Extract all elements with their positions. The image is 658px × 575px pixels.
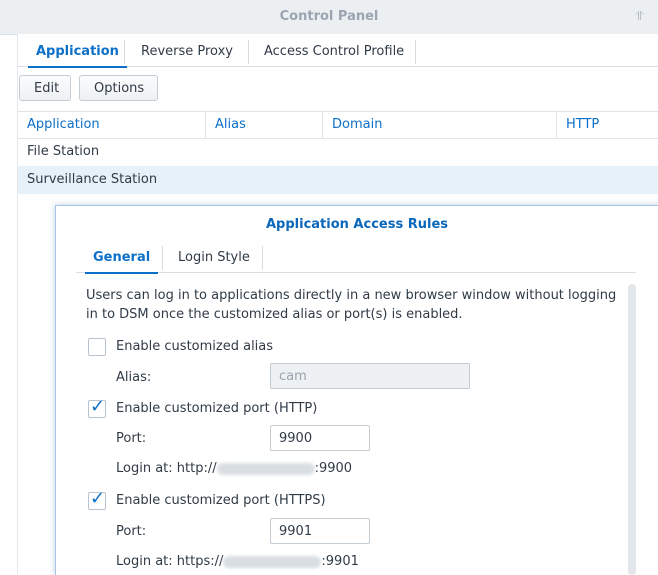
https-login-url: Login at: https:// :9901 (116, 554, 359, 569)
enable-https-port-label: Enable customized port (HTTPS) (116, 493, 326, 508)
window-titlebar: Control Panel ⥣ (0, 0, 658, 35)
tab-divider (415, 40, 416, 64)
https-login-prefix: Login at: https:// (116, 554, 224, 569)
table-row[interactable]: Surveillance Station (18, 166, 658, 194)
tab-reverse-proxy[interactable]: Reverse Proxy (125, 40, 249, 64)
column-header-domain[interactable]: Domain (323, 112, 557, 138)
redacted-host (223, 555, 322, 568)
dialog-tabs: General Login Style (76, 240, 636, 274)
column-header-application[interactable]: Application (18, 112, 206, 138)
edit-button[interactable]: Edit (19, 75, 71, 101)
dialog-description: Users can log in to applications directl… (86, 288, 617, 322)
tab-access-control-profile[interactable]: Access Control Profile (248, 40, 420, 64)
http-login-suffix: :9900 (314, 461, 353, 476)
redacted-host (216, 462, 315, 475)
enable-https-port-checkbox[interactable]: ✓ (88, 488, 106, 510)
application-access-rules-dialog: Application Access Rules General Login S… (55, 205, 658, 575)
tab-divider (262, 246, 263, 270)
column-header-http[interactable]: HTTP (557, 112, 658, 138)
tab-application[interactable]: Application (20, 40, 135, 68)
dialog-scrollbar[interactable] (628, 284, 636, 575)
http-login-prefix: Login at: http:// (116, 461, 217, 476)
window-title: Control Panel (279, 9, 379, 24)
tab-login-style[interactable]: Login Style (162, 246, 266, 270)
http-login-url: Login at: http:// :9900 (116, 461, 352, 476)
checkmark-icon: ✓ (90, 396, 106, 417)
checkmark-icon: ✓ (90, 488, 106, 509)
column-header-alias[interactable]: Alias (206, 112, 323, 138)
http-port-field-label: Port: (116, 431, 147, 446)
http-port-input[interactable]: 9900 (270, 425, 370, 451)
https-port-field-label: Port: (116, 524, 147, 539)
pin-icon[interactable]: ⥣ (635, 9, 644, 24)
https-port-input[interactable]: 9901 (270, 518, 370, 544)
dialog-title: Application Access Rules (265, 217, 448, 232)
tab-general[interactable]: General (77, 246, 166, 274)
https-login-suffix: :9901 (321, 554, 359, 569)
enable-alias-label: Enable customized alias (116, 339, 274, 354)
alias-field-label: Alias: (116, 370, 152, 385)
table-header: Application Alias Domain HTTP (18, 111, 658, 139)
enable-alias-checkbox[interactable] (88, 338, 106, 356)
enable-http-port-label: Enable customized port (HTTP) (116, 401, 318, 416)
alias-input[interactable]: cam (270, 363, 470, 389)
main-tabs: Application Reverse Proxy Access Control… (18, 34, 658, 68)
enable-http-port-checkbox[interactable]: ✓ (88, 396, 106, 418)
options-button[interactable]: Options (79, 75, 158, 101)
table-row[interactable]: File Station (18, 138, 658, 166)
